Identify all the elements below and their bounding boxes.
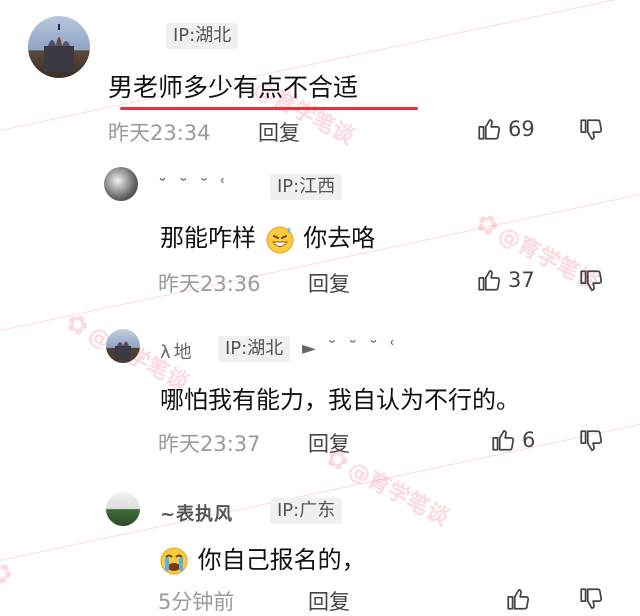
watermark-line	[0, 180, 640, 331]
thumbs-down-icon	[580, 270, 603, 291]
username[interactable]: ˘ ˘ ˘ ʿ	[158, 176, 229, 197]
avatar[interactable]	[104, 167, 138, 201]
like-button[interactable]	[505, 586, 531, 612]
cathedral-icon	[44, 24, 74, 72]
highlight-underline	[120, 107, 418, 110]
thumbs-down-icon	[580, 430, 603, 451]
comment-text-part: 那能咋样	[160, 224, 256, 252]
ip-location-badge: IP:湖北	[166, 23, 239, 49]
like-count: 69	[508, 117, 535, 141]
thumbs-up-icon	[492, 430, 515, 451]
ip-location-badge: IP:广东	[270, 498, 343, 524]
thumbs-up-icon	[507, 589, 530, 610]
like-count: 6	[522, 428, 536, 452]
comment-time: 昨天23:37	[158, 432, 261, 456]
cathedral-icon	[115, 341, 131, 360]
thumbs-up-icon	[478, 270, 501, 291]
like-button[interactable]: 69	[476, 116, 535, 142]
like-button[interactable]: 6	[490, 427, 535, 453]
grinning-sweat-emoji	[266, 226, 294, 254]
dislike-button[interactable]	[578, 268, 604, 298]
comment-time: 昨天23:34	[108, 121, 211, 145]
thumbs-down-icon	[580, 588, 603, 609]
dislike-button[interactable]	[578, 586, 604, 616]
thumbs-up-icon	[478, 119, 501, 140]
comment-text-part: 你去咯	[303, 224, 376, 252]
crying-emoji	[160, 547, 188, 575]
reply-button[interactable]: 回复	[308, 586, 350, 616]
avatar[interactable]	[106, 329, 140, 363]
username[interactable]: ~表执风	[160, 500, 233, 526]
comment-text: 男老师多少有点不合适	[108, 73, 359, 102]
ip-location-badge: IP:湖北	[218, 336, 291, 362]
comment-text: 你自己报名的，	[158, 540, 366, 577]
reply-button[interactable]: 回复	[308, 428, 350, 458]
reply-button[interactable]: 回复	[308, 268, 350, 298]
username[interactable]: ► ˘ ˘ ˘ ʿ	[302, 338, 398, 359]
username[interactable]: λ地	[160, 338, 195, 364]
avatar[interactable]	[28, 16, 90, 78]
reply-button[interactable]: 回复	[258, 117, 300, 147]
like-count: 37	[508, 268, 535, 292]
ip-location-badge: IP:江西	[270, 174, 343, 200]
comment-text: 哪怕我有能力，我自认为不行的。	[160, 386, 520, 414]
watermark-line	[0, 0, 640, 131]
comment-text: 那能咋样 你去咯	[160, 218, 375, 255]
thumbs-down-icon	[580, 119, 603, 140]
comment-time: 5分钟前	[158, 590, 235, 614]
watermark: ✿	[0, 555, 18, 593]
dislike-button[interactable]	[578, 428, 604, 458]
avatar[interactable]	[106, 492, 140, 526]
dislike-button[interactable]	[578, 117, 604, 147]
comment-time: 昨天23:36	[158, 272, 261, 296]
comment-text-part: 你自己报名的，	[197, 546, 366, 574]
like-button[interactable]: 37	[476, 267, 535, 293]
